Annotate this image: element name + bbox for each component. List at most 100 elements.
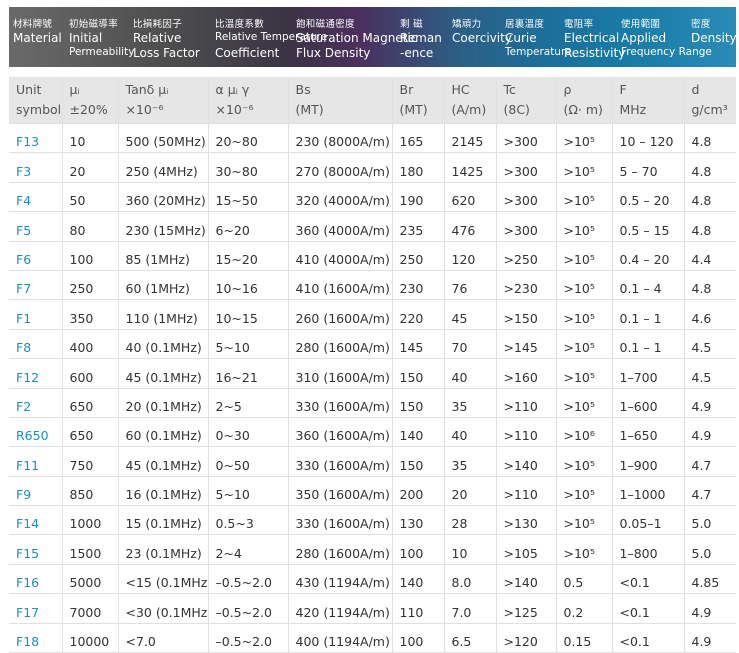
value-cell: >250 [496,241,557,271]
value-cell: 1–650 [612,417,685,448]
value-cell: 140 [392,417,445,448]
value-cell: 150 [392,446,445,477]
value-cell: 400 [62,329,119,360]
header-zh-label: 比溫度系數 [215,19,265,30]
value-cell: >10⁵ [556,476,613,507]
material-grade-cell: F18 [9,623,63,653]
header-zh-label: 矯頑力 [452,19,482,30]
table-row: F1 350 110 (1MHz) 10~15 260 (1600A/m) 220 45 >1… [9,299,736,330]
table-row: F4 50 360 (20MHz) 15~50 320 (4000A/m) 190 620 >… [9,182,736,213]
data-table: Unit symbol μᵢ ±20% Tanδ μᵢ ×10⁻⁶ α μᵢ γ ×10… [9,77,736,653]
header-en-label-2: Frequency Range [621,46,712,58]
material-grade-cell: F12 [9,358,63,389]
value-cell: 850 [62,476,119,507]
value-cell: 400 (1194A/m) [288,623,393,653]
value-cell: >130 [496,505,557,536]
material-grade-cell: F4 [9,182,63,213]
value-cell: 7000 [62,593,119,624]
value-cell: >140 [496,446,557,477]
value-cell: >10⁶ [556,417,613,448]
value-cell: 420 (1194A/m) [288,593,393,624]
ferrite-materials-table: 材料牌號 Material 初始磁導率 Initial Permeability… [9,7,737,653]
value-cell: 45 (0.1MHz) [118,358,209,389]
value-cell: 4.9 [684,417,736,448]
value-cell: >140 [496,564,557,595]
value-cell: 360 (20MHz) [118,182,209,213]
material-grade-cell: F13 [9,123,63,154]
unit-cell: Unit symbol [9,77,63,124]
value-cell: <0.1 [612,593,685,624]
value-cell: 430 (1194A/m) [288,564,393,595]
value-cell: 20 [62,152,119,183]
value-cell: –0.5~2.0 [208,564,289,595]
header-en-label-2: Loss Factor [133,46,200,60]
table-row: F18 10000 <7.0 –0.5~2.0 400 (1194A/m) 100 6.5 >… [9,623,736,653]
value-cell: 0.1 – 4 [612,270,685,301]
material-grade-cell: F8 [9,329,63,360]
table-row: F6 100 85 (1MHz) 15~20 410 (4000A/m) 250 120 >2… [9,241,736,271]
value-cell: 45 [444,299,497,330]
value-cell: 0~30 [208,417,289,448]
value-cell: 10000 [62,623,119,653]
table-row: F17 7000 <30 (0.1MHz) –0.5~2.0 420 (1194A/m)… [9,593,736,624]
value-cell: –0.5~2.0 [208,623,289,653]
value-cell: 4.7 [684,476,736,507]
header-en-label: Reman [400,31,442,45]
header-en-label: Coercivity [452,31,512,45]
value-cell: <0.1 [612,623,685,653]
value-cell: >10⁵ [556,152,613,183]
value-cell: 0.5 [556,564,613,595]
value-cell: 410 (1600A/m) [288,270,393,301]
unit-cell: Tanδ μᵢ ×10⁻⁶ [118,77,209,124]
value-cell: >10⁵ [556,534,613,565]
value-cell: 1–1000 [612,476,685,507]
value-cell: >300 [496,152,557,183]
value-cell: 6.5 [444,623,497,653]
value-cell: 350 [62,299,119,330]
value-cell: 4.85 [684,564,736,595]
table-row: F16 5000 <15 (0.1MHz) –0.5~2.0 430 (1194A/m)… [9,564,736,595]
value-cell: 110 [392,593,445,624]
value-cell: <15 (0.1MHz) [118,564,209,595]
value-cell: 2145 [444,123,497,154]
table-row: F9 850 16 (0.1MHz) 5~10 350 (1600A/m) 200 20 >1… [9,476,736,507]
value-cell: 60 (1MHz) [118,270,209,301]
header-zh-label: 初始磁導率 [69,19,119,30]
material-grade-cell: F3 [9,152,63,183]
value-cell: >160 [496,358,557,389]
table-row: F5 80 230 (15MHz) 6~20 360 (4000A/m) 235 476 >3… [9,211,736,242]
value-cell: 360 (4000A/m) [288,211,393,242]
value-cell: 0.1 – 1 [612,329,685,360]
value-cell: 1–700 [612,358,685,389]
value-cell: 40 (0.1MHz) [118,329,209,360]
header-zh-label: 比損耗因子 [133,19,183,30]
value-cell: 10 – 120 [612,123,685,154]
value-cell: 110 (1MHz) [118,299,209,330]
value-cell: 360 (1600A/m) [288,417,393,448]
value-cell: 20~80 [208,123,289,154]
table-row: F14 1000 15 (0.1MHz) 0.5~3 330 (1600A/m) 130 2… [9,505,736,536]
value-cell: 4.9 [684,593,736,624]
value-cell: 230 (8000A/m) [288,123,393,154]
value-cell: 4.8 [684,211,736,242]
value-cell: 15 (0.1MHz) [118,505,209,536]
material-grade-cell: F11 [9,446,63,477]
value-cell: >10⁵ [556,182,613,213]
value-cell: 85 (1MHz) [118,241,209,271]
value-cell: 5000 [62,564,119,595]
value-cell: 4.5 [684,358,736,389]
value-cell: 310 (1600A/m) [288,358,393,389]
table-row: R650 650 60 (0.1MHz) 0~30 360 (1600A/m) 140 40… [9,417,736,448]
value-cell: 0.1 – 1 [612,299,685,330]
table-header: 材料牌號 Material 初始磁導率 Initial Permeability… [9,7,737,67]
value-cell: 0.5 – 20 [612,182,685,213]
value-cell: 100 [392,534,445,565]
value-cell: >10⁵ [556,241,613,271]
value-cell: 280 (1600A/m) [288,329,393,360]
value-cell: >125 [496,593,557,624]
header-zh-label: 使用範圍 [621,19,661,30]
material-grade-cell: F15 [9,534,63,565]
value-cell: >10⁵ [556,211,613,242]
value-cell: 476 [444,211,497,242]
unit-cell: μᵢ ±20% [62,77,119,124]
